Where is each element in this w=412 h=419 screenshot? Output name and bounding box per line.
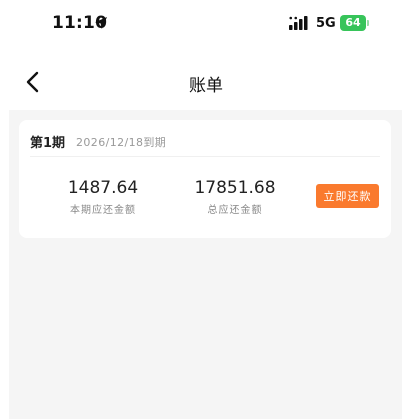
- network-type-label: 5G: [316, 16, 336, 31]
- current-amount-value: 1487.64: [67, 178, 139, 198]
- page-title: 账单: [189, 76, 223, 96]
- total-amount-block: 17851.68 总应还金额: [170, 178, 300, 216]
- due-date: 2026/12/18到期: [76, 136, 167, 149]
- repay-now-button[interactable]: 立即还款: [316, 184, 379, 208]
- card-divider: [30, 156, 380, 157]
- location-arrow-icon: [95, 17, 107, 29]
- period-label: 第1期: [30, 136, 66, 151]
- current-amount-label: 本期应还金额: [70, 205, 136, 216]
- total-amount-label: 总应还金额: [207, 205, 263, 216]
- current-amount-block: 1487.64 本期应还金额: [43, 178, 163, 216]
- bill-screen: 11:10 5G 64 账单 第1期 2026/12/18到期 1487.64 …: [0, 0, 412, 419]
- status-bar: 11:10 5G 64: [0, 0, 412, 48]
- cellular-signal-icon: [289, 16, 308, 30]
- total-amount-value: 17851.68: [194, 178, 276, 198]
- battery-level: 64: [345, 16, 361, 29]
- battery-icon: 64: [340, 15, 370, 31]
- bill-card: 第1期 2026/12/18到期 1487.64 本期应还金额 17851.68…: [19, 120, 391, 238]
- content-area: 第1期 2026/12/18到期 1487.64 本期应还金额 17851.68…: [9, 110, 402, 419]
- navigation-bar: 账单: [0, 60, 412, 104]
